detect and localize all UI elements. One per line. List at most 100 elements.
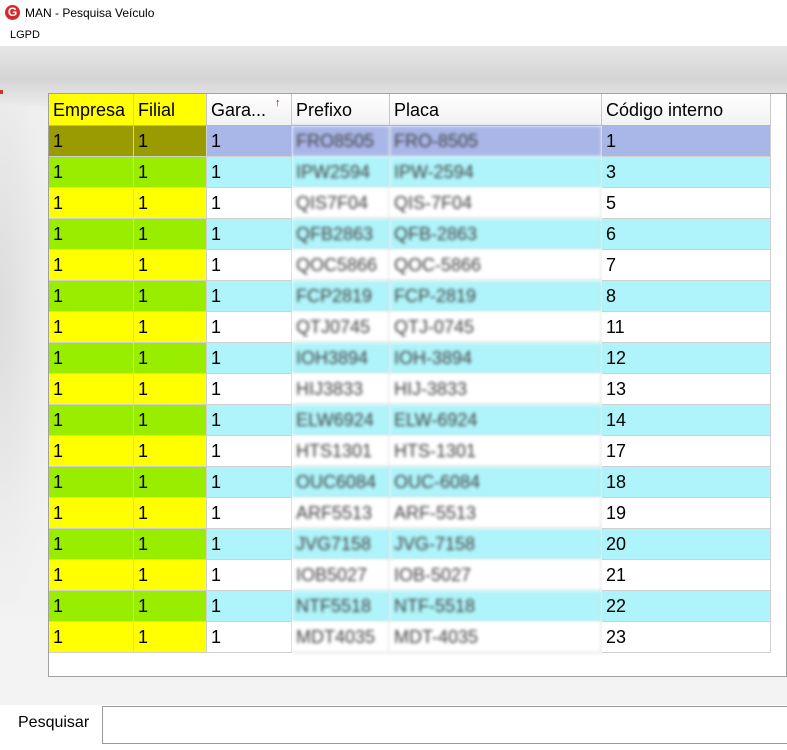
cell-codigo-interno[interactable]: 17 <box>602 436 771 467</box>
cell-placa[interactable]: ARF-5513 <box>390 498 602 529</box>
cell-empresa[interactable]: 1 <box>49 281 134 312</box>
cell-prefixo[interactable]: QIS7F04 <box>292 188 390 219</box>
cell-empresa[interactable]: 1 <box>49 405 134 436</box>
cell-empresa[interactable]: 1 <box>49 219 134 250</box>
cell-placa[interactable]: QTJ-0745 <box>390 312 602 343</box>
cell-codigo-interno[interactable]: 14 <box>602 405 771 436</box>
cell-placa[interactable]: JVG-7158 <box>390 529 602 560</box>
cell-garagem[interactable]: 1 <box>207 250 292 281</box>
cell-empresa[interactable]: 1 <box>49 343 134 374</box>
cell-placa[interactable]: IPW-2594 <box>390 157 602 188</box>
cell-placa[interactable]: FRO-8505 <box>390 126 602 157</box>
cell-placa[interactable]: MDT-4035 <box>390 622 602 653</box>
cell-codigo-interno[interactable]: 20 <box>602 529 771 560</box>
cell-garagem[interactable]: 1 <box>207 467 292 498</box>
cell-filial[interactable]: 1 <box>134 529 207 560</box>
cell-filial[interactable]: 1 <box>134 560 207 591</box>
cell-garagem[interactable]: 1 <box>207 219 292 250</box>
cell-garagem[interactable]: 1 <box>207 560 292 591</box>
cell-filial[interactable]: 1 <box>134 157 207 188</box>
cell-filial[interactable]: 1 <box>134 250 207 281</box>
cell-empresa[interactable]: 1 <box>49 250 134 281</box>
cell-codigo-interno[interactable]: 5 <box>602 188 771 219</box>
cell-prefixo[interactable]: ARF5513 <box>292 498 390 529</box>
cell-prefixo[interactable]: NTF5518 <box>292 591 390 622</box>
cell-garagem[interactable]: 1 <box>207 498 292 529</box>
cell-filial[interactable]: 1 <box>134 188 207 219</box>
cell-placa[interactable]: QIS-7F04 <box>390 188 602 219</box>
cell-placa[interactable]: NTF-5518 <box>390 591 602 622</box>
cell-filial[interactable]: 1 <box>134 374 207 405</box>
cell-empresa[interactable]: 1 <box>49 157 134 188</box>
cell-prefixo[interactable]: QOC5866 <box>292 250 390 281</box>
cell-filial[interactable]: 1 <box>134 591 207 622</box>
search-input[interactable] <box>102 706 787 744</box>
cell-filial[interactable]: 1 <box>134 498 207 529</box>
cell-garagem[interactable]: 1 <box>207 436 292 467</box>
cell-filial[interactable]: 1 <box>134 312 207 343</box>
cell-prefixo[interactable]: OUC6084 <box>292 467 390 498</box>
cell-prefixo[interactable]: HIJ3833 <box>292 374 390 405</box>
column-header-placa[interactable]: Placa <box>390 94 602 126</box>
cell-garagem[interactable]: 1 <box>207 374 292 405</box>
cell-codigo-interno[interactable]: 19 <box>602 498 771 529</box>
cell-empresa[interactable]: 1 <box>49 560 134 591</box>
vehicle-grid[interactable]: Empresa Filial Gara... ↑ Prefixo Placa C… <box>48 93 787 677</box>
cell-filial[interactable]: 1 <box>134 405 207 436</box>
cell-empresa[interactable]: 1 <box>49 622 134 653</box>
cell-prefixo[interactable]: ELW6924 <box>292 405 390 436</box>
cell-empresa[interactable]: 1 <box>49 591 134 622</box>
cell-codigo-interno[interactable]: 12 <box>602 343 771 374</box>
cell-codigo-interno[interactable]: 21 <box>602 560 771 591</box>
cell-empresa[interactable]: 1 <box>49 467 134 498</box>
cell-filial[interactable]: 1 <box>134 219 207 250</box>
cell-placa[interactable]: OUC-6084 <box>390 467 602 498</box>
cell-empresa[interactable]: 1 <box>49 126 134 157</box>
cell-prefixo[interactable]: IOH3894 <box>292 343 390 374</box>
cell-codigo-interno[interactable]: 8 <box>602 281 771 312</box>
cell-empresa[interactable]: 1 <box>49 188 134 219</box>
cell-garagem[interactable]: 1 <box>207 281 292 312</box>
cell-empresa[interactable]: 1 <box>49 498 134 529</box>
column-header-empresa[interactable]: Empresa <box>49 94 134 126</box>
cell-prefixo[interactable]: QTJ0745 <box>292 312 390 343</box>
cell-placa[interactable]: QFB-2863 <box>390 219 602 250</box>
cell-prefixo[interactable]: IPW2594 <box>292 157 390 188</box>
cell-codigo-interno[interactable]: 6 <box>602 219 771 250</box>
cell-codigo-interno[interactable]: 1 <box>602 126 771 157</box>
cell-garagem[interactable]: 1 <box>207 188 292 219</box>
cell-placa[interactable]: QOC-5866 <box>390 250 602 281</box>
cell-garagem[interactable]: 1 <box>207 312 292 343</box>
cell-codigo-interno[interactable]: 7 <box>602 250 771 281</box>
cell-empresa[interactable]: 1 <box>49 312 134 343</box>
cell-prefixo[interactable]: HTS1301 <box>292 436 390 467</box>
cell-placa[interactable]: FCP-2819 <box>390 281 602 312</box>
cell-prefixo[interactable]: QFB2863 <box>292 219 390 250</box>
cell-placa[interactable]: ELW-6924 <box>390 405 602 436</box>
cell-garagem[interactable]: 1 <box>207 126 292 157</box>
cell-prefixo[interactable]: FCP2819 <box>292 281 390 312</box>
cell-garagem[interactable]: 1 <box>207 622 292 653</box>
cell-prefixo[interactable]: FRO8505 <box>292 126 390 157</box>
cell-empresa[interactable]: 1 <box>49 436 134 467</box>
cell-garagem[interactable]: 1 <box>207 591 292 622</box>
column-header-filial[interactable]: Filial <box>134 94 207 126</box>
cell-filial[interactable]: 1 <box>134 281 207 312</box>
column-header-prefixo[interactable]: Prefixo <box>292 94 390 126</box>
cell-prefixo[interactable]: JVG7158 <box>292 529 390 560</box>
cell-filial[interactable]: 1 <box>134 467 207 498</box>
cell-placa[interactable]: IOH-3894 <box>390 343 602 374</box>
cell-garagem[interactable]: 1 <box>207 157 292 188</box>
cell-garagem[interactable]: 1 <box>207 405 292 436</box>
cell-empresa[interactable]: 1 <box>49 374 134 405</box>
cell-codigo-interno[interactable]: 11 <box>602 312 771 343</box>
cell-garagem[interactable]: 1 <box>207 343 292 374</box>
column-header-codigo-interno[interactable]: Código interno <box>602 94 771 126</box>
cell-garagem[interactable]: 1 <box>207 529 292 560</box>
cell-filial[interactable]: 1 <box>134 622 207 653</box>
cell-codigo-interno[interactable]: 23 <box>602 622 771 653</box>
cell-placa[interactable]: HTS-1301 <box>390 436 602 467</box>
column-header-garagem[interactable]: Gara... ↑ <box>207 94 292 126</box>
cell-placa[interactable]: IOB-5027 <box>390 560 602 591</box>
cell-empresa[interactable]: 1 <box>49 529 134 560</box>
